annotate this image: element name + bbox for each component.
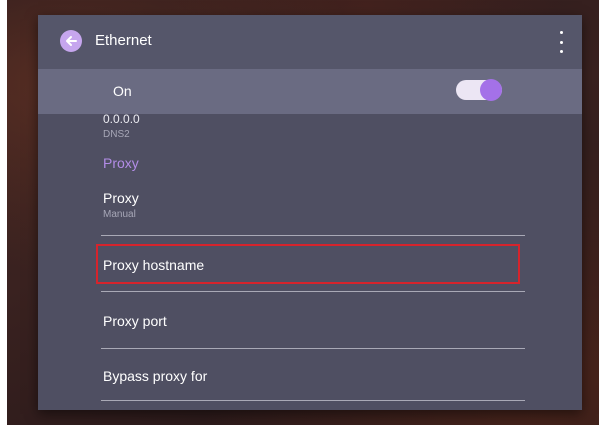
- proxy-setting-title[interactable]: Proxy: [103, 190, 139, 206]
- title-bar: Ethernet: [38, 15, 582, 69]
- bypass-proxy-item[interactable]: Bypass proxy for: [103, 368, 207, 384]
- back-button[interactable]: [60, 30, 82, 52]
- ethernet-settings-panel: Ethernet On 0.0.0.0 DNS2 Proxy Proxy Man…: [38, 15, 582, 410]
- divider: [101, 348, 525, 349]
- kebab-dot: [559, 50, 563, 53]
- divider: [101, 291, 525, 292]
- dns2-label: DNS2: [103, 129, 130, 140]
- page-title: Ethernet: [95, 32, 152, 49]
- kebab-dot: [559, 40, 563, 44]
- divider: [101, 235, 525, 236]
- on-label: On: [113, 83, 132, 99]
- ethernet-on-row[interactable]: On: [38, 69, 582, 114]
- toggle-knob: [480, 79, 502, 101]
- back-arrow-icon: [66, 36, 77, 46]
- dns2-value: 0.0.0.0: [103, 114, 140, 126]
- divider: [101, 400, 525, 401]
- proxy-setting-value: Manual: [103, 209, 136, 220]
- proxy-section-header: Proxy: [103, 155, 139, 171]
- proxy-port-item[interactable]: Proxy port: [103, 313, 167, 329]
- more-vert-icon[interactable]: [556, 31, 566, 53]
- highlight-box: [96, 244, 520, 284]
- kebab-dot: [559, 31, 563, 34]
- settings-list[interactable]: 0.0.0.0 DNS2 Proxy Proxy Manual Proxy ho…: [38, 114, 582, 410]
- ethernet-toggle-switch[interactable]: [456, 79, 502, 101]
